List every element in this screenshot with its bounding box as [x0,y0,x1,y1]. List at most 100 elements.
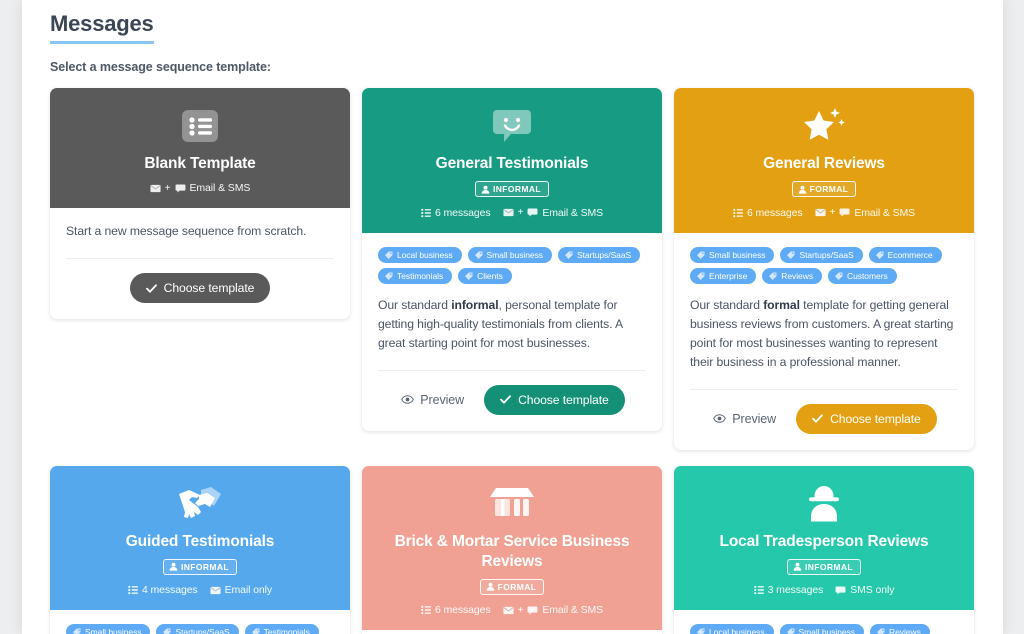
tag-chip[interactable]: Testimonials [245,624,319,634]
tag-chip[interactable]: Customers [828,268,897,284]
tag-chip[interactable]: Enterprise [690,268,756,284]
channel-info: Email only [210,584,272,596]
plus-separator: + [830,207,836,218]
tag-chip[interactable]: Clients [458,268,512,284]
channel-info: + Email & SMS [503,207,604,219]
tag-chip[interactable]: Small business [690,247,774,263]
message-count: 6 messages [421,604,491,616]
choose-template-label: Choose template [830,412,921,426]
tag-label: Small business [487,250,543,260]
sms-icon [527,606,538,615]
preview-button[interactable]: Preview [399,389,466,411]
tag-chip[interactable]: Ecommerce [869,247,942,263]
tag-icon [73,628,81,634]
tag-chip[interactable]: Local business [378,247,462,263]
tag-chip[interactable]: Startups/SaaS [156,624,238,634]
badge-label: INFORMAL [805,562,853,572]
template-card-general-reviews[interactable]: General Reviews FORMAL 6 messages +Email & … [674,88,974,450]
content-sheet: Messages Select a message sequence templ… [22,0,1003,634]
template-card-local-tradesperson-reviews[interactable]: Local Tradesperson ReviewsINFORMAL3 mess… [674,466,974,634]
email-icon [150,184,161,193]
email-icon [503,606,514,615]
card-header: General Reviews FORMAL 6 messages +Email & … [674,88,974,233]
card-body: Start a new message sequence from scratc… [50,208,350,319]
person-icon [798,185,807,194]
check-icon [500,395,511,404]
tag-icon [877,628,885,634]
tag-label: Customers [847,271,888,281]
card-body: Local businessSmall businessReviews [362,630,662,634]
tag-chip[interactable]: Testimonials [378,268,452,284]
template-card-guided-testimonials[interactable]: Guided TestimonialsINFORMAL4 messagesEma… [50,466,350,634]
channel-info: +Email & SMS [150,182,251,194]
card-meta: +Email & SMS [64,182,336,194]
card-header: Guided TestimonialsINFORMAL4 messagesEma… [50,466,350,611]
tag-icon [697,251,705,259]
page-subtitle: Select a message sequence template: [50,60,271,74]
storefront-icon [376,482,648,526]
card-header: Local Tradesperson ReviewsINFORMAL3 mess… [674,466,974,611]
tag-icon [565,251,573,259]
list-icon [733,208,743,218]
preview-button[interactable]: Preview [711,408,778,430]
tag-label: Enterprise [709,271,747,281]
tag-chip[interactable]: Reviews [870,624,930,634]
tag-label: Startups/SaaS [577,250,631,260]
tag-icon [787,251,795,259]
template-card-brick-mortar-service-business-reviews[interactable]: Brick & Mortar Service Business ReviewsF… [362,466,662,634]
plus-separator: + [518,207,524,218]
card-title: Guided Testimonials [64,532,336,552]
message-count-label: 6 messages [747,207,803,219]
tag-chip[interactable]: Startups/SaaS [780,247,862,263]
smiley-chat-icon [376,104,648,148]
tag-chip[interactable]: Small business [780,624,864,634]
person-icon [169,562,178,571]
tag-chip[interactable]: Small business [468,247,552,263]
tag-label: Startups/SaaS [175,627,229,634]
tag-chip[interactable]: Local business [690,624,774,634]
tag-list: Local business Small business Startups/Saa… [378,247,646,284]
card-title: General Reviews [688,154,960,174]
card-meta: 4 messages Email only [64,584,336,596]
template-card-blank-template[interactable]: Blank Template +Email & SMS Start a new me… [50,88,350,319]
card-meta: 3 messagesSMS only [688,584,960,596]
tag-icon [385,272,393,280]
check-icon [812,414,823,423]
eye-icon [401,395,414,404]
card-meta: 6 messages +Email & SMS [688,207,960,219]
tag-chip[interactable]: Small business [66,624,150,634]
message-count-label: 6 messages [435,207,491,219]
card-divider [66,258,334,259]
card-body: Small businessStartups/SaaSTestimonialsC… [50,610,350,634]
channel-label: Email only [225,584,272,596]
list-icon [421,605,431,615]
card-title: Blank Template [64,154,336,174]
tag-chip[interactable]: Startups/SaaS [558,247,640,263]
message-count-label: 4 messages [142,584,198,596]
tag-label: Reviews [781,271,813,281]
status-badge: INFORMAL [475,181,549,197]
email-icon [503,208,514,217]
status-badge: FORMAL [792,181,857,197]
template-card-general-testimonials[interactable]: General TestimonialsINFORMAL6 messages+E… [362,88,662,431]
handshake-icon [64,482,336,526]
card-actions: Choose template [66,273,334,303]
choose-template-button[interactable]: Choose template [796,404,937,434]
tag-label: Testimonials [397,271,443,281]
channel-info: SMS only [835,584,894,596]
tag-chip[interactable]: Reviews [762,268,822,284]
tag-label: Startups/SaaS [799,250,853,260]
channel-label: Email & SMS [542,207,603,219]
card-meta: 6 messages +Email & SMS [376,604,648,616]
choose-template-button[interactable]: Choose template [130,273,271,303]
tag-icon [769,272,777,280]
channel-label: Email & SMS [542,604,603,616]
page-title-wrapper: Messages [50,10,154,44]
tag-label: Local business [709,627,765,634]
card-divider [690,389,958,390]
tag-label: Small business [85,627,141,634]
channel-info: +Email & SMS [815,207,916,219]
choose-template-button[interactable]: Choose template [484,385,625,415]
tag-list: Local businessSmall businessReviewsCusto… [690,624,958,634]
channel-info: +Email & SMS [503,604,604,616]
